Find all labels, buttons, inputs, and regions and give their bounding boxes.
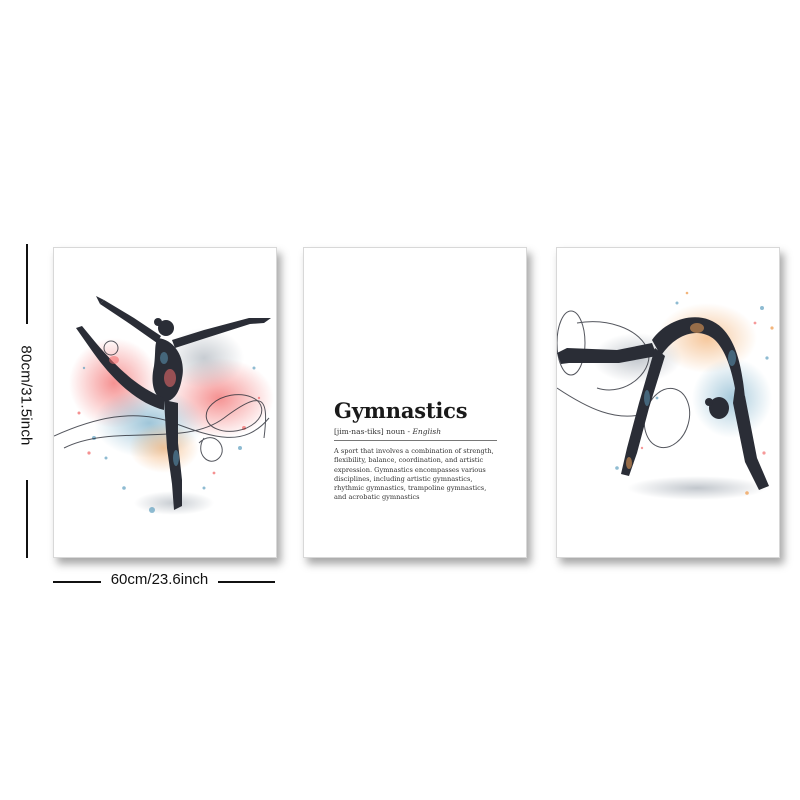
part-of-speech: noun [386,427,406,436]
gymnast-backbend-illustration [557,291,774,500]
poster-right [556,247,780,558]
poster-middle-definition: Gymnastics [jim-nas-tiks] noun - English… [303,247,527,558]
poster-left [53,247,277,558]
height-dimension-line-bottom [26,480,28,558]
divider [334,440,497,441]
definition-text: A sport that involves a combination of s… [334,447,494,502]
language: English [412,427,442,436]
height-dimension-label: 80cm/31.5inch [17,345,35,446]
splash-orange [129,423,199,473]
floor-shadow [627,476,767,500]
definition-block: Gymnastics [jim-nas-tiks] noun - English… [334,398,499,503]
height-dimension-line-top [26,244,28,324]
product-canvas: 80cm/31.5inch 60cm/23.6inch Gymnastics [… [0,0,800,800]
pronunciation-line: [jim-nas-tiks] noun - English [334,427,499,436]
definition-title: Gymnastics [334,398,468,423]
width-dimension-line-right [218,581,275,583]
width-dimension-label: 60cm/23.6inch [110,571,209,588]
width-dimension-line-left [53,581,101,583]
pronunciation: [jim-nas-tiks] [334,427,384,436]
gymnast-arabesque-illustration [54,296,274,515]
